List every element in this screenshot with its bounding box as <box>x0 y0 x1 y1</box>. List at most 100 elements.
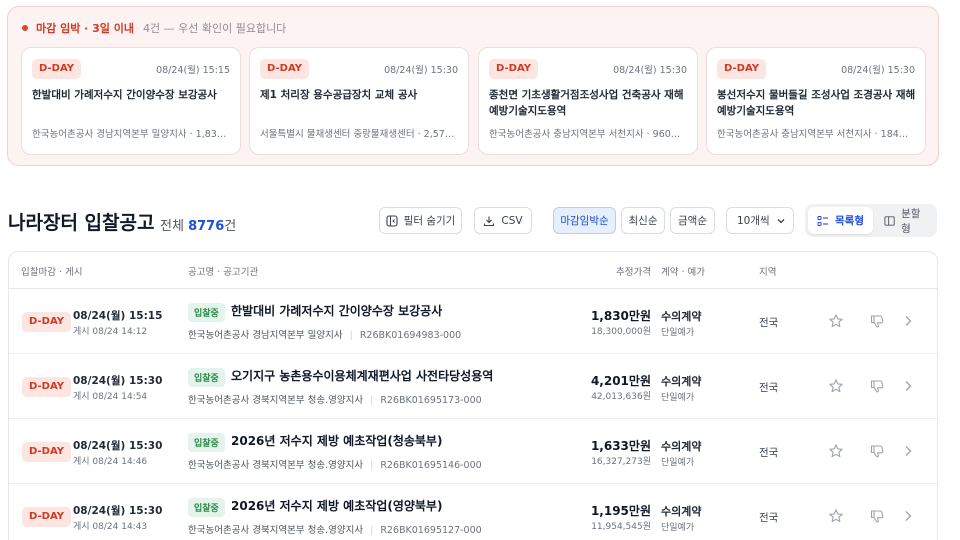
page-size-select[interactable]: 10개씩 <box>726 207 794 234</box>
sort-amount-label: 금액순 <box>678 215 707 227</box>
view-split-button[interactable]: 분할형 <box>875 207 937 235</box>
sort-latest-label: 최신순 <box>628 215 658 227</box>
status-badge: 입찰중 <box>188 498 225 517</box>
row-deadline: 08/24(월) 15:30 <box>73 375 163 387</box>
star-icon[interactable] <box>828 508 844 524</box>
org-name: 한국농어촌공사 경남지역본부 밀양지사 <box>188 330 343 341</box>
row-region: 전국 <box>759 447 779 459</box>
urgent-card[interactable]: D-DAY 08/24(월) 15:30 제1 처리장 용수공급장치 교체 공사… <box>249 47 469 155</box>
row-posted: 게시 08/24 14:12 <box>73 327 148 337</box>
card-title: 제1 처리장 용수공급장치 교체 공사 <box>260 89 418 101</box>
row-contract-sub: 단일예가 <box>661 458 695 468</box>
card-org: 한국농어촌공사 충남지역본부 서천지사 · 960… <box>489 129 681 140</box>
page-size-value: 10개씩 <box>737 215 770 227</box>
chevron-right-icon[interactable] <box>902 314 914 328</box>
urgent-card[interactable]: D-DAY 08/24(월) 15:30 종천면 기초생활거점조성사업 건축공사… <box>478 47 698 155</box>
bid-code: R26BK01694983-000 <box>359 330 462 341</box>
col-price[interactable]: 추정가격 <box>616 264 651 278</box>
sort-latest-button[interactable]: 최신순 <box>621 207 665 234</box>
row-price-full: 42,013,636원 <box>591 392 651 402</box>
split-view-icon <box>884 215 895 226</box>
row-posted: 게시 08/24 14:43 <box>73 522 148 532</box>
urgent-title: 마감 임박 · 3일 이내 <box>36 22 134 35</box>
dday-badge: D-DAY <box>489 59 538 79</box>
table-row[interactable]: D-DAY 08/24(월) 15:30 게시 08/24 14:43 입찰중 … <box>9 484 937 540</box>
total-count: 전체 8776건 <box>160 215 236 234</box>
urgent-card[interactable]: D-DAY 08/24(월) 15:30 봉선저수지 물버들길 조성사업 조경공… <box>706 47 926 155</box>
row-posted: 게시 08/24 14:54 <box>73 392 148 402</box>
row-price: 1,195만원 <box>590 504 651 518</box>
view-toggle: 목록형 분할형 <box>805 204 937 237</box>
row-contract: 수의계약 <box>661 310 702 323</box>
status-badge: 입찰중 <box>188 368 225 387</box>
row-title[interactable]: 오기지구 농촌용수이용체계재편사업 사전타당성용역 <box>231 367 493 384</box>
sidebar-collapse-icon <box>386 214 398 227</box>
chevron-right-icon[interactable] <box>902 444 914 458</box>
row-deadline: 08/24(월) 15:30 <box>73 440 163 452</box>
csv-label: CSV <box>501 214 523 227</box>
dday-badge: D-DAY <box>22 312 71 332</box>
row-price: 1,830만원 <box>590 309 651 323</box>
star-icon[interactable] <box>828 443 844 459</box>
card-org: 한국농어촌공사 경남지역본부 밀양지사 · 1,830… <box>32 129 232 140</box>
col-deadline[interactable]: 입찰마감 · 게시 <box>21 264 83 278</box>
card-title: 봉선저수지 물버들길 조성사업 조경공사 재해예방기술지도용역 <box>717 89 916 117</box>
sort-deadline-button[interactable]: 마감임박순 <box>553 207 616 234</box>
table-row[interactable]: D-DAY 08/24(월) 15:30 게시 08/24 14:46 입찰중 … <box>9 419 937 484</box>
urgent-header: 마감 임박 · 3일 이내 4건 — 우선 확인이 필요합니다 <box>22 20 286 36</box>
separator: | <box>370 460 374 471</box>
row-title[interactable]: 한발대비 가례저수지 간이양수장 보강공사 <box>231 302 442 319</box>
org-name: 한국농어촌공사 경북지역본부 청송.영양지사 <box>188 460 364 471</box>
card-org: 한국농어촌공사 충남지역본부 서천지사 · 184… <box>717 129 909 140</box>
chevron-down-icon <box>777 219 785 224</box>
view-list-label: 목록형 <box>835 215 864 227</box>
row-region: 전국 <box>759 382 779 394</box>
row-org: 한국농어촌공사 경북지역본부 청송.영양지사 | R26BK01695127-000 <box>188 522 482 536</box>
thumbs-down-icon[interactable] <box>869 313 885 329</box>
col-region[interactable]: 지역 <box>759 264 776 278</box>
row-price: 1,633만원 <box>590 439 651 453</box>
row-contract-sub: 단일예가 <box>661 393 695 403</box>
table-header: 입찰마감 · 게시 공고명 · 공고기관 추정가격 계약 · 예가 지역 <box>9 252 937 289</box>
col-title[interactable]: 공고명 · 공고기관 <box>188 264 258 278</box>
thumbs-down-icon[interactable] <box>869 378 885 394</box>
table-row[interactable]: D-DAY 08/24(월) 15:15 게시 08/24 14:12 입찰중 … <box>9 289 937 354</box>
star-icon[interactable] <box>828 378 844 394</box>
bid-table: 입찰마감 · 게시 공고명 · 공고기관 추정가격 계약 · 예가 지역 D-D… <box>8 251 938 540</box>
table-row[interactable]: D-DAY 08/24(월) 15:30 게시 08/24 14:54 입찰중 … <box>9 354 937 419</box>
col-contract[interactable]: 계약 · 예가 <box>661 264 705 278</box>
card-title: 종천면 기초생활거점조성사업 건축공사 재해예방기술지도용역 <box>489 89 684 117</box>
filter-hide-button[interactable]: 필터 숨기기 <box>379 207 462 234</box>
list-view-icon <box>817 215 828 226</box>
view-split-label: 분할형 <box>901 207 921 235</box>
status-badge: 입찰중 <box>188 433 225 452</box>
star-icon[interactable] <box>828 313 844 329</box>
row-price-full: 18,300,000원 <box>591 327 651 337</box>
bid-code: R26BK01695173-000 <box>380 395 482 406</box>
sort-deadline-label: 마감임박순 <box>560 215 609 227</box>
urgent-card[interactable]: D-DAY 08/24(월) 15:15 한발대비 가례저수지 간이양수장 보강… <box>21 47 241 155</box>
bid-code: R26BK01695127-000 <box>380 525 482 536</box>
row-region: 전국 <box>759 512 779 524</box>
csv-download-button[interactable]: CSV <box>474 207 532 234</box>
separator: | <box>370 395 374 406</box>
row-posted: 게시 08/24 14:46 <box>73 457 148 467</box>
thumbs-down-icon[interactable] <box>869 508 885 524</box>
card-deadline: 08/24(월) 15:15 <box>156 65 230 76</box>
status-badge: 입찰중 <box>188 303 225 322</box>
row-org: 한국농어촌공사 경북지역본부 청송.영양지사 | R26BK01695146-000 <box>188 457 482 471</box>
card-org: 서울특별시 물재생센터 중랑물재생센터 · 2,57… <box>260 129 455 140</box>
sort-amount-button[interactable]: 금액순 <box>670 207 715 234</box>
page-title: 나라장터 입찰공고 <box>8 212 155 234</box>
chevron-right-icon[interactable] <box>902 379 914 393</box>
total-label: 전체 <box>160 219 184 234</box>
row-org: 한국농어촌공사 경남지역본부 밀양지사 | R26BK01694983-000 <box>188 327 461 341</box>
dday-badge: D-DAY <box>32 59 81 79</box>
card-deadline: 08/24(월) 15:30 <box>841 65 915 76</box>
thumbs-down-icon[interactable] <box>869 443 885 459</box>
dday-badge: D-DAY <box>22 377 71 397</box>
view-list-button[interactable]: 목록형 <box>808 207 873 234</box>
row-title[interactable]: 2026년 저수지 제방 예초작업(청송북부) <box>231 432 442 449</box>
row-title[interactable]: 2026년 저수지 제방 예초작업(영양북부) <box>231 497 442 514</box>
chevron-right-icon[interactable] <box>902 509 914 523</box>
